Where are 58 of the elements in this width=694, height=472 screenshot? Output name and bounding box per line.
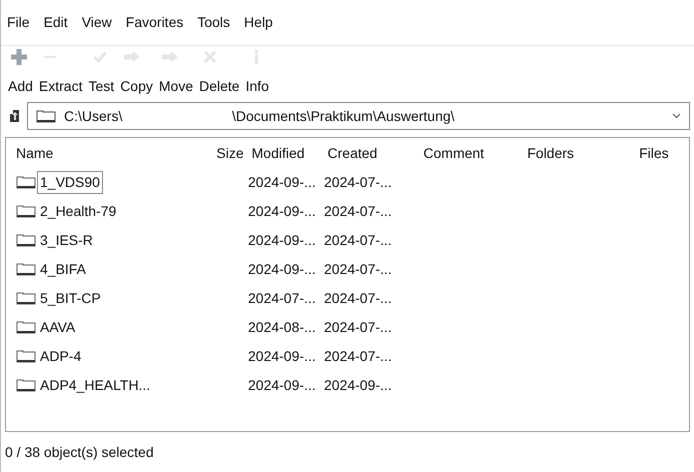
folder-icon xyxy=(16,263,36,276)
date-cell-text: 2024-07-... xyxy=(323,173,393,192)
file-name[interactable]: 1_VDS90 xyxy=(37,171,103,194)
folder-icon xyxy=(16,176,36,189)
menu-item[interactable]: File xyxy=(7,12,30,33)
date-cell-text: 2024-07-... xyxy=(323,260,393,279)
date-cell-text: 2024-09-... xyxy=(247,260,317,279)
x-icon xyxy=(204,51,216,63)
date-cell-text: 2024-09-... xyxy=(247,173,317,192)
up-folder-icon[interactable] xyxy=(9,109,21,123)
date-cell-text: 2024-08-... xyxy=(247,318,317,337)
date-cell-text: 2024-07-... xyxy=(323,289,393,308)
date-cell-text: 2024-07-... xyxy=(323,202,393,221)
menu-item[interactable]: View xyxy=(82,12,112,33)
date-cell-text: 2024-09-... xyxy=(247,202,317,221)
file-name[interactable]: ADP4_HEALTH... xyxy=(37,374,154,397)
folder-icon xyxy=(36,110,56,122)
address-field[interactable]: C:\Users\ \Documents\Praktikum\Auswertung\ xyxy=(27,102,690,130)
file-name[interactable]: ADP-4 xyxy=(37,345,84,368)
date-cell-text: 2024-07-... xyxy=(323,318,393,337)
file-name[interactable]: 5_BIT-CP xyxy=(37,287,104,310)
column-header[interactable]: Created xyxy=(320,142,420,164)
column-header[interactable]: Comment xyxy=(419,142,528,164)
column-header[interactable]: Name xyxy=(6,142,206,164)
file-name[interactable]: 3_IES-R xyxy=(37,229,96,252)
plus-icon xyxy=(11,49,27,65)
folder-icon xyxy=(16,350,36,363)
menu-item[interactable]: Edit xyxy=(44,12,68,33)
date-cell-text: 2024-07-... xyxy=(247,289,317,308)
menu-item[interactable]: Tools xyxy=(197,12,230,33)
date-cell-text: 2024-09-... xyxy=(247,376,317,395)
file-name[interactable]: 2_Health-79 xyxy=(37,200,120,223)
column-header[interactable]: Size xyxy=(206,142,244,164)
menu-item[interactable]: Help xyxy=(244,12,273,33)
date-cell-text: 2024-07-... xyxy=(323,231,393,250)
toolbar-button[interactable]: Add xyxy=(5,48,36,97)
column-header[interactable]: Folders xyxy=(527,142,640,164)
column-header[interactable]: Modified xyxy=(244,142,320,164)
dropdown-caret-icon[interactable] xyxy=(672,113,681,119)
folder-icon xyxy=(16,234,36,247)
address-text: \Documents\Praktikum\Auswertung\ xyxy=(232,106,455,126)
file-name[interactable]: 4_BIFA xyxy=(37,258,89,281)
file-name[interactable]: AAVA xyxy=(37,316,78,339)
folder-icon xyxy=(16,205,36,218)
check-icon xyxy=(92,51,106,63)
menu-item[interactable]: Favorites xyxy=(126,12,184,33)
status-text: 0 / 38 object(s) selected xyxy=(5,442,154,462)
folder-icon xyxy=(16,379,36,392)
right-arrow-icon xyxy=(162,52,178,62)
date-cell-text: 2024-09-... xyxy=(323,376,393,395)
folder-icon xyxy=(16,292,36,305)
folder-icon xyxy=(16,321,36,334)
date-cell-text: 2024-09-... xyxy=(247,231,317,250)
date-cell-text: 2024-09-... xyxy=(247,347,317,366)
date-cell-text: 2024-07-... xyxy=(323,347,393,366)
right-arrow-icon xyxy=(124,52,139,62)
column-header[interactable]: Files xyxy=(639,142,689,164)
address-text: C:\Users\ xyxy=(64,106,124,126)
